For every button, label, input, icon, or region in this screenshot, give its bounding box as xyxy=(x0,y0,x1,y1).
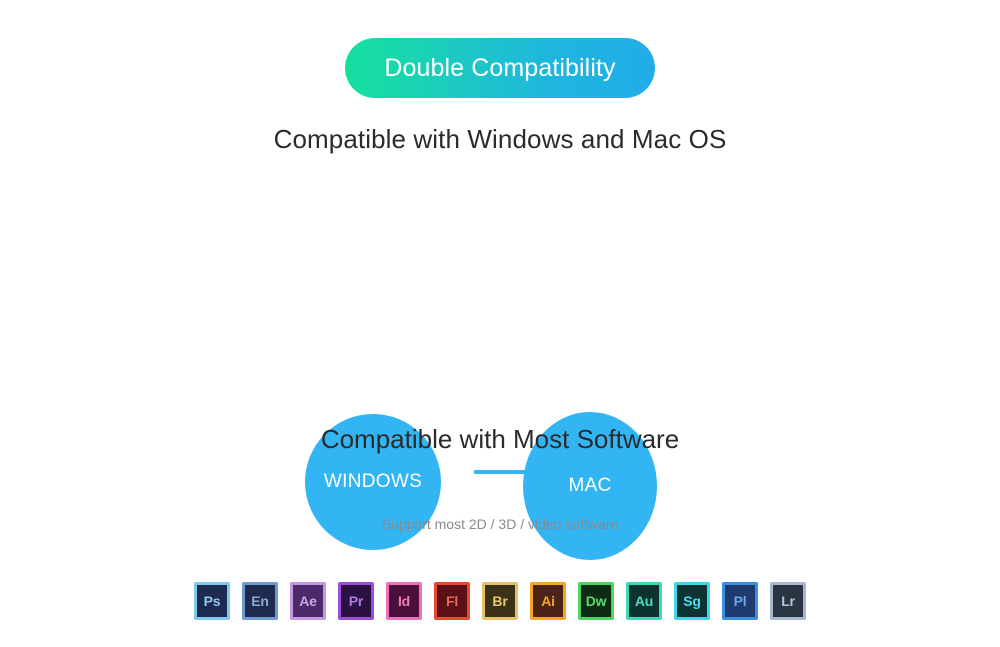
app-icon-illustrator: Ai xyxy=(530,582,566,620)
app-icon-encore: En xyxy=(242,582,278,620)
app-icon-bridge: Br xyxy=(482,582,518,620)
heading-divider xyxy=(474,470,526,474)
app-icon-lightroom: Lr xyxy=(770,582,806,620)
double-compatibility-banner: Double Compatibility xyxy=(345,38,655,98)
mac-circle-label: MAC xyxy=(568,475,612,496)
banner-container: Double Compatibility xyxy=(0,38,1000,98)
os-compatibility-subtitle: Compatible with Windows and Mac OS xyxy=(273,124,727,154)
app-icon-speedgrade: Sg xyxy=(674,582,710,620)
app-icon-dreamweaver: Dw xyxy=(578,582,614,620)
banner-title: Double Compatibility xyxy=(384,53,616,82)
app-icon-premiere-pro: Pr xyxy=(338,582,374,620)
app-icon-indesign: Id xyxy=(386,582,422,620)
app-icon-after-effects: Ae xyxy=(290,582,326,620)
app-icon-audition: Au xyxy=(626,582,662,620)
software-compatibility-heading: Compatible with Most Software xyxy=(320,424,680,454)
app-icon-photoshop: Ps xyxy=(194,582,230,620)
software-support-note: Support most 2D / 3D / video software xyxy=(381,516,619,532)
software-icon-row: Ps En Ae Pr Id Fl Br Ai Dw Au Sg Pl Lr xyxy=(0,582,1000,620)
compatibility-infographic: Double Compatibility Compatible with Win… xyxy=(0,0,1000,647)
app-icon-flash: Fl xyxy=(434,582,470,620)
os-circles-group: WINDOWS MAC xyxy=(0,206,1000,560)
windows-circle-label: WINDOWS xyxy=(323,471,423,492)
divider-container xyxy=(0,470,1000,474)
app-icon-prelude: Pl xyxy=(722,582,758,620)
